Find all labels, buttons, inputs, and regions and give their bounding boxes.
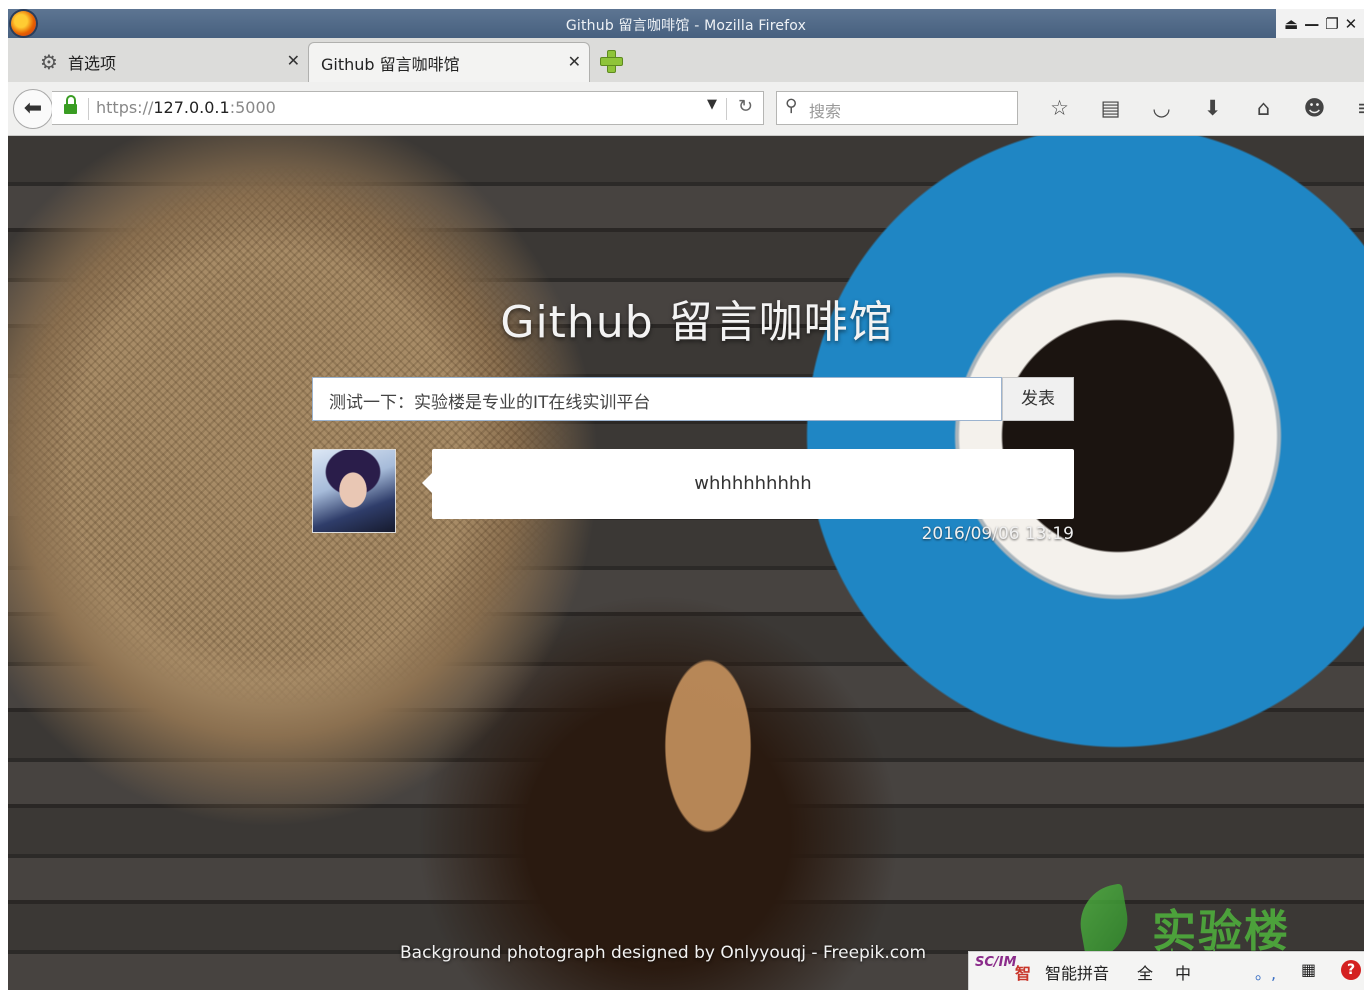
title-bar: Github 留言咖啡馆 - Mozilla Firefox ⏏ — ❐ ✕ xyxy=(8,9,1364,38)
url-bar[interactable]: https://127.0.0.1:5000 ▼ ↻ xyxy=(52,91,764,125)
ime-chinese[interactable]: 中 xyxy=(1175,960,1191,984)
tab-bar: ⚙ 首选项 ✕ Github 留言咖啡馆 ✕ xyxy=(8,38,1364,83)
tab-preferences[interactable]: ⚙ 首选项 ✕ xyxy=(8,42,308,82)
eject-icon[interactable]: ⏏ xyxy=(1284,15,1298,33)
search-placeholder: 搜索 xyxy=(809,102,842,121)
search-box[interactable]: ⚲ 搜索 xyxy=(776,91,1018,125)
ime-punctuation[interactable]: 。, xyxy=(1255,960,1276,984)
search-icon: ⚲ xyxy=(785,96,798,116)
ime-logo[interactable]: SC/IM xyxy=(975,956,1016,969)
gear-icon: ⚙ xyxy=(40,50,58,74)
home-icon[interactable]: ⌂ xyxy=(1238,96,1289,120)
soft-keyboard-icon[interactable]: ▦ xyxy=(1301,960,1316,979)
new-tab-plus-icon[interactable] xyxy=(600,50,623,73)
navigation-bar: ⬅ https://127.0.0.1:5000 ▼ ↻ ⚲ 搜索 ☆ ▤ ◡ … xyxy=(8,82,1364,136)
message-input[interactable]: 测试一下：实验楼是专业的IT在线实训平台 xyxy=(312,377,1002,421)
avatar xyxy=(312,449,396,533)
reading-list-icon[interactable]: ▤ xyxy=(1085,96,1136,120)
download-icon[interactable]: ⬇ xyxy=(1187,96,1238,120)
lock-icon[interactable] xyxy=(64,95,77,114)
ime-fullwidth[interactable]: 全 xyxy=(1137,960,1153,984)
close-window-icon[interactable]: ✕ xyxy=(1345,15,1358,33)
url-text[interactable]: https://127.0.0.1:5000 xyxy=(96,98,276,117)
ime-mode[interactable]: 智能拼音 xyxy=(1045,960,1109,984)
message-bubble: whhhhhhhhh xyxy=(422,449,1074,519)
post-button[interactable]: 发表 xyxy=(1002,377,1074,421)
leaf-logo-icon xyxy=(1074,883,1134,961)
arrow-left-icon: ⬅ xyxy=(23,96,43,121)
restore-icon[interactable]: ❐ xyxy=(1325,15,1338,33)
window-title: Github 留言咖啡馆 - Mozilla Firefox xyxy=(565,18,807,34)
url-scheme: https:// xyxy=(96,98,154,117)
tab-label: 首选项 xyxy=(68,54,117,73)
help-icon[interactable]: ? xyxy=(1341,960,1361,980)
minimize-icon[interactable]: — xyxy=(1304,15,1319,33)
divider xyxy=(88,98,89,120)
close-tab-icon[interactable]: ✕ xyxy=(568,52,581,71)
dropdown-arrow-icon[interactable]: ▼ xyxy=(707,97,717,112)
url-port: :5000 xyxy=(229,98,276,117)
ime-toolbar: SC/IM 智 智能拼音 全 中 。, ▦ ? xyxy=(968,951,1364,990)
page-title: Github 留言咖啡馆 xyxy=(500,297,894,348)
message-timestamp: 2016/09/06 13:19 xyxy=(921,524,1074,544)
chat-icon[interactable]: ☻ xyxy=(1289,96,1340,120)
ime-zhi-icon[interactable]: 智 xyxy=(1015,960,1031,984)
back-button[interactable]: ⬅ xyxy=(13,89,53,129)
pocket-icon[interactable]: ◡ xyxy=(1136,96,1187,120)
menu-icon[interactable]: ≡ xyxy=(1340,96,1364,120)
star-icon[interactable]: ☆ xyxy=(1034,96,1085,120)
close-tab-icon[interactable]: ✕ xyxy=(287,51,300,70)
window-controls: ⏏ — ❐ ✕ xyxy=(1276,9,1364,38)
firefox-window: Github 留言咖啡馆 - Mozilla Firefox ⏏ — ❐ ✕ ⚙… xyxy=(8,9,1364,990)
background-credit: Background photograph designed by Onlyyo… xyxy=(400,943,927,963)
tab-label: Github 留言咖啡馆 xyxy=(321,54,460,74)
tab-github-cafe[interactable]: Github 留言咖啡馆 ✕ xyxy=(308,42,590,82)
reload-icon[interactable]: ↻ xyxy=(738,96,753,117)
divider xyxy=(726,98,727,120)
url-host: 127.0.0.1 xyxy=(153,98,230,117)
toolbar-icons: ☆ ▤ ◡ ⬇ ⌂ ☻ ≡ xyxy=(1034,95,1364,121)
page-content: Github 留言咖啡馆 测试一下：实验楼是专业的IT在线实训平台 发表 whh… xyxy=(8,136,1364,990)
